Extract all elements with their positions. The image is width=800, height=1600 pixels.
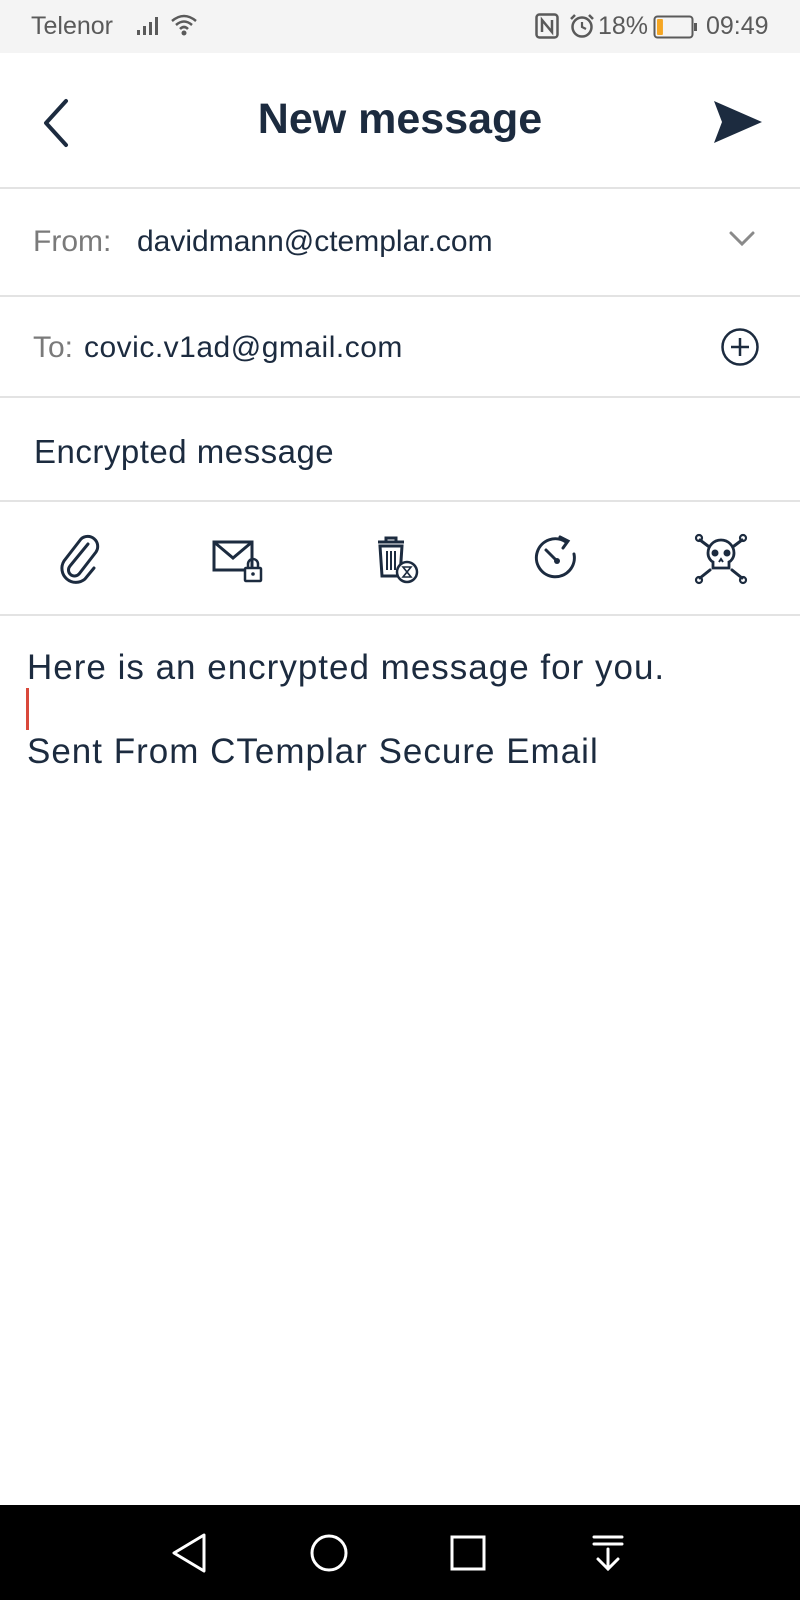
- chevron-down-icon[interactable]: [729, 231, 755, 247]
- delayed-delivery-icon[interactable]: [530, 532, 584, 586]
- text-cursor: [26, 688, 29, 730]
- clock: 09:49: [706, 12, 769, 40]
- to-address[interactable]: covic.v1ad@gmail.com: [84, 331, 403, 365]
- battery-percent: 18%: [598, 12, 649, 40]
- from-field[interactable]: From: davidmann@ctemplar.com: [0, 189, 800, 295]
- subject-input[interactable]: Encrypted message: [34, 433, 334, 471]
- signal-icon: [137, 17, 158, 35]
- body-text[interactable]: Here is an encrypted message for you.: [27, 648, 665, 688]
- signature-text[interactable]: Sent From CTemplar Secure Email: [27, 732, 599, 772]
- send-icon[interactable]: [712, 99, 764, 145]
- battery-icon: [653, 15, 697, 39]
- paperclip-icon[interactable]: [52, 532, 106, 586]
- encrypted-mail-icon[interactable]: [211, 532, 265, 586]
- status-bar: Telenor 18% 09:49: [0, 0, 800, 53]
- subject-field[interactable]: Encrypted message: [0, 398, 800, 500]
- recents-square-icon[interactable]: [446, 1531, 490, 1575]
- delete-timer-icon[interactable]: [370, 532, 424, 586]
- to-label: To:: [33, 331, 74, 364]
- notification-pull-icon[interactable]: [586, 1531, 630, 1575]
- nfc-icon: [535, 13, 559, 39]
- app-bar: New message: [0, 53, 800, 187]
- system-nav-bar: [0, 1505, 800, 1600]
- message-body[interactable]: Here is an encrypted message for you. Se…: [0, 616, 800, 1503]
- page-title: New message: [257, 95, 543, 143]
- add-recipient-icon[interactable]: [720, 327, 760, 367]
- compose-toolbar: [0, 502, 800, 614]
- dead-man-timer-icon[interactable]: [694, 532, 748, 586]
- home-circle-icon[interactable]: [307, 1531, 351, 1575]
- carrier-name: Telenor: [31, 12, 113, 40]
- to-field[interactable]: To: covic.v1ad@gmail.com: [0, 297, 800, 396]
- back-triangle-icon[interactable]: [168, 1531, 212, 1575]
- from-address[interactable]: davidmann@ctemplar.com: [137, 225, 493, 259]
- from-label: From:: [33, 225, 112, 258]
- wifi-icon: [171, 14, 197, 36]
- alarm-icon: [570, 14, 594, 38]
